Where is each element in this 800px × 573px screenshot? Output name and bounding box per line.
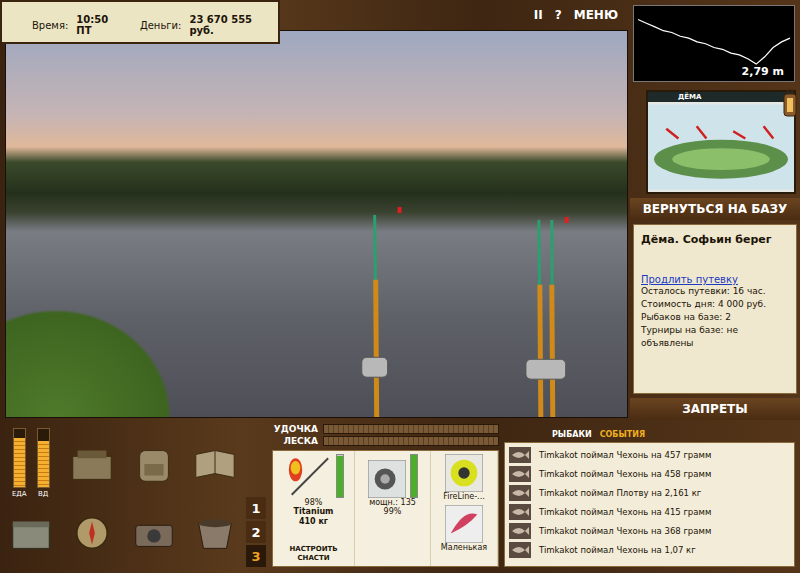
- events-tab[interactable]: РЫБАКИ: [552, 430, 592, 439]
- events-list: Timkakot поймал Чехонь на 457 грамм Timk…: [504, 442, 795, 567]
- rod-lure-icon: [284, 454, 332, 498]
- money: 23 670 555 руб.: [189, 14, 264, 36]
- rods-icon[interactable]: [6, 31, 627, 417]
- top-control[interactable]: МЕНЮ: [574, 8, 618, 22]
- book-icon[interactable]: [191, 444, 239, 484]
- rod-load: 410 кг: [299, 517, 328, 527]
- event-row: Timkakot поймал Чехонь на 415 грамм: [509, 504, 790, 520]
- location-line: Рыбаков на базе: 2: [641, 311, 789, 324]
- fly-lure-icon: [445, 505, 483, 543]
- event-row: Timkakot поймал Чехонь на 1,07 кг: [509, 542, 790, 558]
- rod-slot[interactable]: 98% Titanium 410 кг НАСТРОИТЬ СНАСТИ: [273, 451, 355, 566]
- fish-icon: [509, 542, 531, 558]
- rod-name: Titanium: [294, 507, 334, 517]
- event-row: Timkakot поймал Плотву на 2,161 кг: [509, 485, 790, 501]
- fish-icon: [509, 485, 531, 501]
- reel-power: мощн.: 135: [369, 498, 416, 507]
- depth-chart: 2,79 m: [633, 5, 795, 82]
- fish-icon: [509, 523, 531, 539]
- tackle-box-icon[interactable]: [68, 444, 116, 484]
- location-line: Стоимость дня: 4 000 руб.: [641, 298, 789, 311]
- event-row: Timkakot поймал Чехонь на 368 грамм: [509, 523, 790, 539]
- fishing-scene[interactable]: [5, 30, 628, 418]
- tension-bar: ЛЕСКА: [272, 436, 499, 446]
- game-time: 10:50 ПТ: [76, 14, 118, 36]
- line-slot[interactable]: FireLine-... Маленькая: [431, 451, 498, 566]
- fish-icon: [509, 504, 531, 520]
- events-tab[interactable]: СОБЫТИЯ: [600, 430, 645, 439]
- rod-tab[interactable]: 2: [246, 521, 266, 543]
- rod-tab[interactable]: 3: [246, 545, 266, 567]
- line-spool-icon: [445, 454, 483, 492]
- game-screen: II? МЕНЮ 2,79 m ДЁМА ВЕРНУТЬСЯ НА БАЗУ Дё…: [0, 0, 800, 573]
- map-icon: [648, 102, 794, 192]
- fish-icon: [509, 447, 531, 463]
- cooler-icon[interactable]: [7, 513, 55, 553]
- rod-tab[interactable]: 1: [246, 497, 266, 519]
- return-to-base-button[interactable]: ВЕРНУТЬСЯ НА БАЗУ: [630, 198, 800, 220]
- event-row: Timkakot поймал Чехонь на 457 грамм: [509, 447, 790, 463]
- rod-condition-bar: [336, 454, 344, 498]
- bans-button[interactable]: ЗАПРЕТЫ: [630, 398, 800, 420]
- backpack-icon[interactable]: [130, 444, 178, 484]
- event-row: Timkakot поймал Чехонь на 458 грамм: [509, 466, 790, 482]
- compass-icon[interactable]: [68, 513, 116, 553]
- status-panel: Время: 10:50 ПТ Деньги: 23 670 555 руб.: [0, 0, 280, 44]
- top-control[interactable]: ?: [555, 8, 562, 22]
- location-line: Осталось путевки: 16 час.: [641, 285, 789, 298]
- reel-condition-bar: [410, 454, 418, 498]
- gear-panel: 98% Titanium 410 кг НАСТРОИТЬ СНАСТИ мощ…: [272, 450, 499, 567]
- fish-icon: [509, 466, 531, 482]
- setup-tackle-button[interactable]: НАСТРОИТЬ СНАСТИ: [275, 545, 352, 563]
- lure-name: Маленькая: [441, 543, 487, 552]
- reel-icon: [368, 460, 406, 498]
- reel-slot[interactable]: мощн.: 135 99%: [355, 451, 431, 566]
- line-name: FireLine-...: [443, 492, 484, 501]
- location-line: Турниры на базе: не объявлены: [641, 324, 789, 350]
- reel-condition: 99%: [384, 507, 402, 516]
- depth-line: [638, 20, 790, 65]
- location-panel: Дёма. Софьин берег Продлить путевку Оста…: [633, 224, 797, 394]
- top-control[interactable]: II: [534, 8, 543, 22]
- lure-slot[interactable]: Маленькая: [441, 505, 487, 552]
- camera-icon[interactable]: [130, 513, 178, 553]
- depth-reading: 2,79 m: [742, 65, 784, 78]
- map-card[interactable]: ДЁМА: [646, 90, 796, 194]
- tension-bar: УДОЧКА: [272, 424, 499, 434]
- meter: ЕДА: [12, 428, 27, 500]
- location-title: Дёма. Софьин берег: [641, 233, 789, 246]
- extend-permit-link[interactable]: Продлить путевку: [641, 274, 789, 285]
- lantern-icon: [780, 86, 800, 126]
- map-title: ДЁМА: [648, 92, 794, 102]
- meter: ВД: [37, 428, 50, 500]
- bucket-icon[interactable]: [191, 513, 239, 553]
